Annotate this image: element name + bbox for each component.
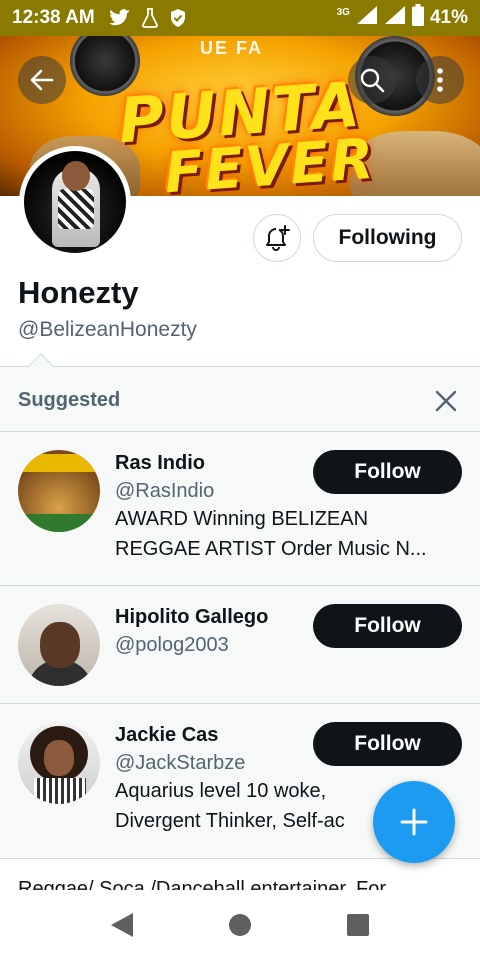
search-button[interactable]: [348, 56, 396, 104]
profile-handle: @BelizeanHonezty: [18, 318, 197, 341]
suggested-user[interactable]: Hipolito Gallego @polog2003 Follow: [0, 586, 480, 704]
status-time: 12:38 AM: [12, 7, 95, 28]
signal-icon-2: [384, 5, 406, 31]
suggested-header: Suggested: [18, 389, 121, 411]
bell-plus-icon: [266, 225, 290, 251]
user-bio-line: REGGAE ARTIST Order Music N...: [115, 538, 427, 560]
battery-percent: 41%: [429, 7, 468, 28]
profile-avatar[interactable]: [19, 146, 131, 258]
nav-back-icon[interactable]: [111, 913, 133, 937]
flask-icon: [141, 8, 159, 28]
compose-button[interactable]: [373, 781, 455, 863]
signal-icon: [356, 5, 378, 31]
battery-icon: [411, 4, 424, 32]
twitter-bird-icon: [108, 9, 131, 27]
user-handle: @JackStarbze: [115, 752, 246, 774]
avatar[interactable]: [18, 722, 100, 804]
follow-button[interactable]: Follow: [313, 450, 462, 494]
dismiss-suggested-button[interactable]: [428, 383, 464, 419]
close-icon: [435, 390, 457, 412]
following-button[interactable]: Following: [313, 214, 462, 262]
status-bar: 12:38 AM 3G 41%: [0, 0, 480, 36]
user-name: Jackie Cas: [115, 724, 219, 746]
user-name: Ras Indio: [115, 452, 206, 474]
profile-name: Honezty: [18, 275, 139, 310]
nav-home-icon[interactable]: [229, 914, 251, 936]
plus-icon: [400, 808, 428, 836]
user-bio: AWARD Winning BELIZEAN REGGAE ARTIST Ord…: [115, 504, 465, 564]
follow-button[interactable]: Follow: [313, 604, 462, 648]
arrow-left-icon: [30, 69, 54, 91]
more-options-button[interactable]: [416, 56, 464, 104]
follow-button[interactable]: Follow: [313, 722, 462, 766]
system-nav-bar: [0, 890, 480, 960]
more-vertical-icon: [437, 68, 443, 92]
search-icon: [360, 68, 385, 93]
avatar-image: [24, 151, 126, 253]
suggested-user[interactable]: Ras Indio @RasIndio AWARD Winning BELIZE…: [0, 432, 480, 586]
avatar[interactable]: [18, 450, 100, 532]
banner-top-word: UE FA: [200, 38, 264, 58]
user-handle: @polog2003: [115, 634, 229, 656]
notifications-button[interactable]: [253, 214, 301, 262]
avatar[interactable]: [18, 604, 100, 686]
user-bio-line: AWARD Winning BELIZEAN: [115, 508, 369, 530]
back-button[interactable]: [18, 56, 66, 104]
network-type: 3G: [336, 6, 350, 18]
screen: 12:38 AM 3G 41% UE FA PUNTA FEVER Follow…: [0, 0, 480, 960]
shield-icon: [169, 8, 187, 28]
user-handle: @RasIndio: [115, 480, 215, 502]
user-name: Hipolito Gallego: [115, 606, 269, 628]
suggested-caret: [28, 353, 54, 379]
nav-recents-icon[interactable]: [347, 914, 369, 936]
